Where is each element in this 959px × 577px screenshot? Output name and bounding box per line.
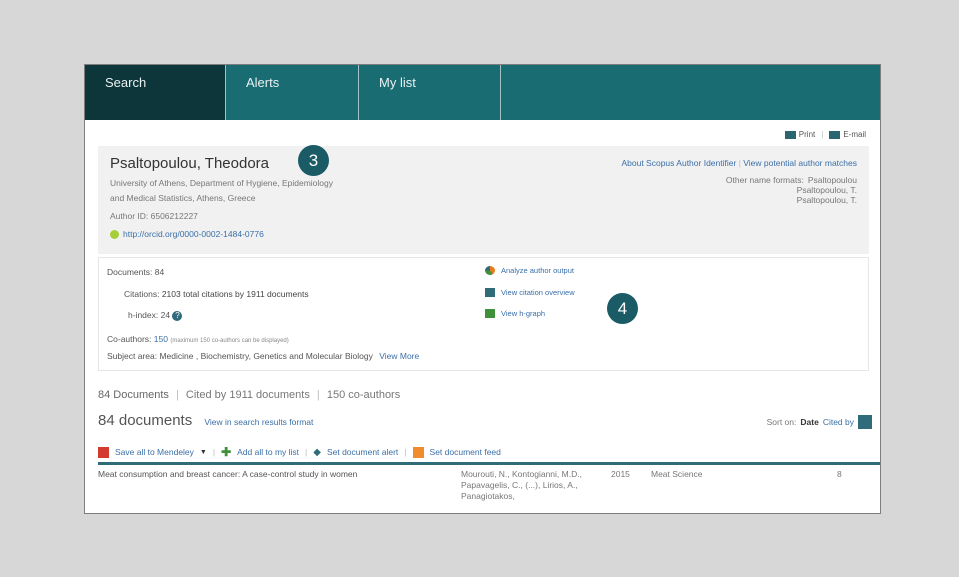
hindex-label: h-index:	[128, 310, 159, 320]
rss-icon	[412, 446, 424, 458]
orcid-link[interactable]: http://orcid.org/0000-0002-1484-0776	[110, 229, 264, 239]
plus-icon: ✚	[221, 445, 232, 459]
results-toolbar: Save all to Mendeley ▼ | ✚ Add all to my…	[98, 445, 501, 459]
print-link[interactable]: Print	[784, 130, 816, 139]
other-names-label: Other name formats:	[725, 175, 804, 185]
view-author-matches-link[interactable]: View potential author matches	[743, 158, 857, 168]
set-document-alert-button[interactable]: Set document alert	[327, 447, 398, 457]
add-to-list-button[interactable]: Add all to my list	[237, 447, 299, 457]
result-cited-count[interactable]: 8	[837, 469, 842, 480]
subject-area: Subject area: Medicine , Biochemistry, G…	[107, 351, 419, 361]
email-label: E-mail	[843, 130, 866, 139]
identifier-links: About Scopus Author Identifier | View po…	[621, 158, 857, 168]
tab-my-list-label: My list	[379, 75, 416, 90]
email-link[interactable]: E-mail	[829, 130, 866, 139]
tab-my-list[interactable]: My list	[359, 65, 501, 120]
orcid-icon	[110, 229, 119, 239]
tab-search-label: Search	[105, 75, 147, 90]
analyze-author-output-label: Analyze author output	[501, 266, 574, 275]
documents-count-title: 84 documents	[98, 412, 193, 429]
sort-label: Sort on:	[766, 417, 797, 427]
result-year: 2015	[611, 469, 630, 479]
chevron-down-icon[interactable]: ▼	[200, 449, 207, 456]
link-separator: |	[738, 158, 741, 168]
results-divider	[98, 462, 880, 465]
author-name: Psaltopoulou, Theodora	[110, 155, 270, 172]
other-name-1: Psaltopoulou	[807, 175, 857, 185]
citations-metric: Citations: 2103 total citations by 1911 …	[124, 289, 309, 299]
rss-feed-icon[interactable]	[858, 415, 872, 429]
about-author-identifier-link[interactable]: About Scopus Author Identifier	[621, 158, 736, 168]
summary-separator-1: |	[176, 389, 179, 401]
coauthors-note: (maximum 150 co-authors can be displayed…	[170, 338, 289, 344]
table-chart-icon	[485, 288, 495, 297]
author-profile-panel: Search Alerts My list Print | E-mail Psa…	[84, 64, 881, 514]
save-to-mendeley-button[interactable]: Save all to Mendeley	[115, 447, 194, 457]
citations-label: Citations:	[124, 289, 160, 299]
coauthors-label: Co-authors:	[107, 334, 152, 344]
cited-by-summary-tab[interactable]: Cited by 1911 documents	[186, 389, 310, 401]
view-citation-overview-link[interactable]: View citation overview	[485, 288, 575, 297]
documents-value: 84	[154, 267, 165, 277]
view-citation-overview-label: View citation overview	[501, 288, 575, 297]
orcid-url: http://orcid.org/0000-0002-1484-0776	[123, 229, 264, 239]
sort-controls: Sort on: Date Cited by	[767, 415, 872, 429]
callout-badge-3: 3	[298, 145, 329, 176]
coauthors-value[interactable]: 150	[154, 334, 168, 344]
tab-alerts[interactable]: Alerts	[226, 65, 359, 120]
pie-chart-icon	[485, 266, 495, 275]
affiliation-line-1: University of Athens, Department of Hygi…	[110, 178, 334, 188]
bell-icon: ◆	[313, 446, 321, 458]
author-id: Author ID: 6506212227	[110, 211, 198, 221]
result-title[interactable]: Meat consumption and breast cancer: A ca…	[98, 469, 433, 480]
view-in-search-results-link[interactable]: View in search results format	[204, 417, 313, 427]
printer-icon	[784, 130, 796, 139]
other-name-2: Psaltopoulou, T.	[796, 185, 857, 195]
documents-heading: 84 documents View in search results form…	[98, 412, 313, 429]
hindex-metric: h-index: 24 ?	[128, 310, 183, 321]
affiliation-line-2: and Medical Statistics, Athens, Greece	[110, 193, 256, 203]
other-name-formats: Other name formats: Psaltopoulou Psaltopo…	[726, 175, 857, 205]
subject-value: Medicine , Biochemistry, Genetics and Mo…	[159, 351, 373, 361]
subject-label: Subject area:	[107, 351, 158, 361]
analyze-author-output-link[interactable]: Analyze author output	[485, 266, 574, 275]
author-affiliation: University of Athens, Department of Hygi…	[110, 176, 430, 206]
graph-icon	[485, 309, 495, 318]
sort-date-option[interactable]: Date	[800, 417, 818, 427]
mendeley-icon	[98, 446, 109, 458]
coauthors-metric: Co-authors: 150 (maximum 150 co-authors …	[107, 334, 289, 344]
view-h-graph-label: View h-graph	[501, 309, 546, 318]
callout-badge-4: 4	[607, 293, 638, 324]
citations-value[interactable]: 2103 total citations by 1911 documents	[162, 289, 309, 299]
print-label: Print	[798, 130, 816, 139]
set-document-feed-button[interactable]: Set document feed	[430, 447, 501, 457]
view-more-link[interactable]: View More	[379, 351, 419, 361]
result-source[interactable]: Meat Science	[651, 469, 703, 480]
tab-alerts-label: Alerts	[246, 75, 280, 90]
top-navigation: Search Alerts My list	[85, 65, 880, 120]
author-details: Psaltopoulou, Theodora University of Ath…	[98, 146, 869, 254]
summary-tabs: 84 Documents | Cited by 1911 documents |…	[98, 389, 400, 401]
view-h-graph-link[interactable]: View h-graph	[485, 309, 545, 318]
envelope-icon	[829, 130, 841, 139]
utility-links: Print | E-mail	[784, 130, 866, 139]
documents-metric: Documents: 84	[107, 267, 164, 277]
coauthors-summary-tab[interactable]: 150 co-authors	[327, 389, 400, 401]
summary-separator-2: |	[316, 389, 320, 401]
hindex-value: 24	[160, 310, 171, 320]
sort-cited-option[interactable]: Cited by	[823, 417, 854, 427]
author-metrics: Documents: 84 Citations: 2103 total cita…	[98, 257, 869, 371]
tab-search[interactable]: Search	[85, 65, 226, 120]
documents-summary-tab[interactable]: 84 Documents	[98, 389, 169, 401]
other-name-3: Psaltopoulou, T.	[796, 195, 857, 205]
help-icon[interactable]: ?	[172, 310, 183, 321]
documents-label: Documents:	[107, 267, 153, 277]
result-authors: Mourouti, N., Kontogianni, M.D., Papavag…	[461, 469, 582, 501]
